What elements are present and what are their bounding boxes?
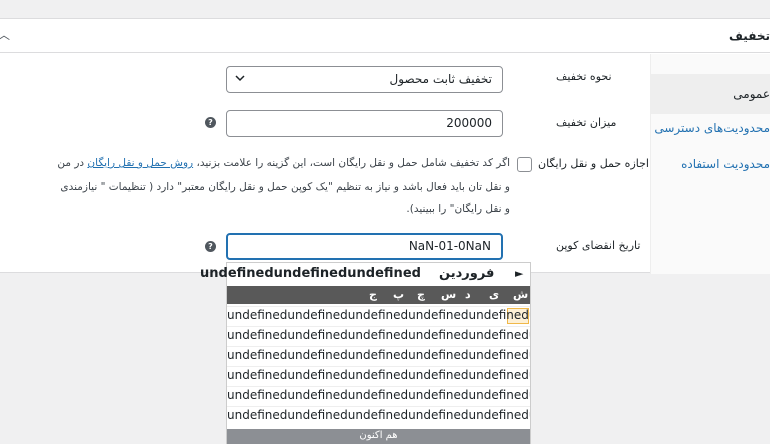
collapse-icon[interactable]: ︿ xyxy=(0,26,10,43)
amount-label: میزان تخفیف xyxy=(556,116,617,129)
chevron-down-icon xyxy=(235,75,245,82)
weekday-label: س xyxy=(441,288,457,301)
datepicker-header: undefinedundefinedundefined فروردین ► xyxy=(200,263,530,285)
coupon-tabs: عمومی محدودیت‌های دسترسی محدودیت استفاده xyxy=(650,54,770,274)
datepicker-day-cell[interactable]: undefinedundefinedundefinedundefinedunde… xyxy=(227,388,530,402)
tab-label: محدودیت استفاده xyxy=(681,157,770,171)
weekday-label: ج xyxy=(369,288,377,301)
datepicker-week-row: undefinedundefinedundefinedundefinedunde… xyxy=(227,386,530,404)
weekday-label: پ xyxy=(393,288,405,301)
amount-input[interactable]: 200000 xyxy=(226,110,503,137)
datepicker-day-cell[interactable]: undefinedundefinedundefinedundefinedunde… xyxy=(227,368,530,382)
datepicker-week-row: undefinedundefinedundefinedundefinedunde… xyxy=(227,326,530,344)
weekday-label: د xyxy=(465,288,471,301)
panel-title: تخفیف xyxy=(729,29,770,43)
expiry-date-input[interactable]: NaN-01-0NaN xyxy=(226,233,503,260)
free-shipping-desc-line2: و نقل تان باید فعال باشد و نیاز به تنظیم… xyxy=(60,181,510,193)
weekday-header: ش ی د س چ پ ج xyxy=(227,286,530,304)
datepicker-day-cell[interactable]: undefinedundefinedundefinedundefinedunde… xyxy=(227,308,530,322)
datepicker-week-row: undefinedundefinedundefinedundefinedunde… xyxy=(227,306,530,324)
today-button-label: هم اکنون xyxy=(359,430,398,441)
discount-type-value: تخفیف ثابت محصول xyxy=(389,72,492,86)
free-shipping-checkbox[interactable] xyxy=(517,157,532,172)
discount-type-label: نحوه تخفیف xyxy=(556,70,612,83)
datepicker-week-row: undefinedundefinedundefinedundefinedunde… xyxy=(227,346,530,364)
datepicker-day-cell[interactable]: undefinedundefinedundefinedundefinedunde… xyxy=(227,328,530,342)
expiry-date-value: NaN-01-0NaN xyxy=(408,239,491,253)
datepicker-month: فروردین xyxy=(439,266,495,281)
free-shipping-label: اجازه حمل و نقل رایگان xyxy=(538,157,649,170)
datepicker-day-cell[interactable]: undefinedundefinedundefinedundefinedunde… xyxy=(227,408,530,422)
amount-value: 200000 xyxy=(446,116,492,130)
desc-text: در من xyxy=(57,157,88,169)
today-button[interactable]: هم اکنون xyxy=(227,429,530,444)
datepicker-year: undefinedundefinedundefined xyxy=(200,266,421,281)
help-icon[interactable]: ? xyxy=(205,241,216,252)
desc-text: اگر کد تخفیف شامل حمل و نقل رایگان است، … xyxy=(193,157,510,169)
datepicker-week-row: undefinedundefinedundefinedundefinedunde… xyxy=(227,406,530,424)
expiry-date-label: تاریخ انقضای کوپن xyxy=(556,239,641,252)
weekday-label: ی xyxy=(489,288,500,301)
tab-usage-restriction[interactable]: محدودیت‌های دسترسی xyxy=(650,108,770,148)
next-month-icon[interactable]: ► xyxy=(515,267,523,280)
free-shipping-method-link[interactable]: روش حمل و نقل رایگان xyxy=(87,157,193,169)
tab-usage-limits[interactable]: محدودیت استفاده xyxy=(650,144,770,184)
datepicker-week-row: undefinedundefinedundefinedundefinedunde… xyxy=(227,366,530,384)
datepicker-popup: undefinedundefinedundefined فروردین ► ش … xyxy=(200,262,531,444)
datepicker-day-cell[interactable]: undefinedundefinedundefinedundefinedunde… xyxy=(227,348,530,362)
tab-label: محدودیت‌های دسترسی xyxy=(654,121,770,135)
panel-header: ︿ تخفیف xyxy=(0,19,770,53)
help-icon[interactable]: ? xyxy=(205,117,216,128)
weekday-label: چ xyxy=(417,288,425,301)
free-shipping-desc-line3: و نقل رایگان" را ببینید). xyxy=(406,203,510,215)
discount-type-select[interactable]: تخفیف ثابت محصول xyxy=(226,66,503,93)
free-shipping-desc-line1: اگر کد تخفیف شامل حمل و نقل رایگان است، … xyxy=(57,157,510,169)
tab-label: عمومی xyxy=(733,87,770,101)
weekday-label: ش xyxy=(513,288,529,301)
